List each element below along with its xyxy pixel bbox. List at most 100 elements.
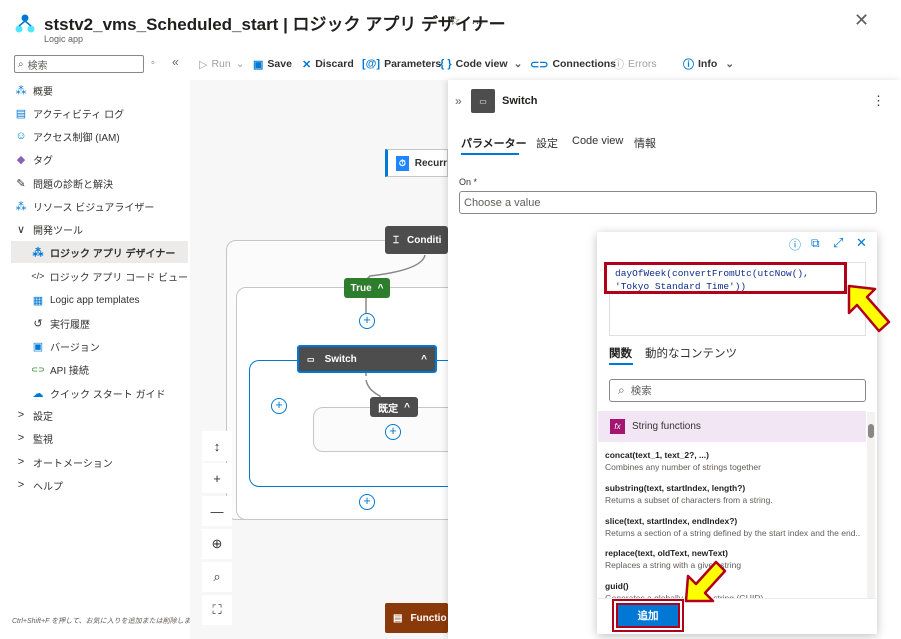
panel-more-icon[interactable]: ⋮ <box>872 93 885 109</box>
chevron-right-icon: > <box>17 432 25 444</box>
on-field-label: On * <box>459 177 478 187</box>
switch-node[interactable]: ▭ Switch ^ <box>297 345 437 373</box>
sidebar-item-overview[interactable]: ⁂ 概要 <box>0 79 188 101</box>
function-concat[interactable]: concat(text_1, text_2?, ...) <box>605 450 709 460</box>
keyboard-hint: Ctrl+Shift+F を押して、お気に入りを追加または削除します <box>12 618 198 625</box>
errors-button[interactable]: ⓘ Errors <box>613 57 657 71</box>
sidebar-group-help[interactable]: > ヘルプ <box>0 474 188 496</box>
condition-node[interactable]: ⌶ Conditi <box>385 226 448 254</box>
designer-icon: ⁂ <box>32 246 44 259</box>
minimap-icon[interactable]: ⛶ <box>202 595 232 625</box>
fit-vertical-icon[interactable]: ↕ <box>202 431 232 461</box>
sidebar-group-monitoring[interactable]: > 監視 <box>0 427 188 449</box>
add-step-plus-icon[interactable]: + <box>385 424 401 440</box>
sidebar-item-label: バージョン <box>50 342 100 354</box>
copy-icon[interactable]: ⧉ <box>811 236 820 251</box>
discard-button[interactable]: ✕ Discard <box>302 57 354 71</box>
add-case-plus-icon[interactable]: + <box>271 398 287 414</box>
panel-title: Switch <box>502 95 538 107</box>
expand-panel-icon[interactable]: » <box>455 94 462 108</box>
function-guid[interactable]: guid() <box>605 581 629 591</box>
page-subtitle: Logic app <box>44 34 84 44</box>
more-options-icon[interactable]: … <box>471 12 484 27</box>
default-case-node[interactable]: 既定 ^ <box>370 397 418 417</box>
function-node[interactable]: ▤ Functio <box>385 603 448 633</box>
add-step-plus-icon[interactable]: + <box>359 313 375 329</box>
sidebar-item-run-history[interactable]: ↺ 実行履歴 <box>0 312 188 334</box>
tab-parameters[interactable]: パラメーター <box>461 135 527 151</box>
save-icon: ▣ <box>253 58 264 71</box>
sidebar-group-dev-tools[interactable]: ∨ 開発ツール <box>0 218 188 240</box>
search-icon: ⌕ <box>618 383 625 397</box>
tab-info[interactable]: 情報 <box>634 135 656 151</box>
function-search-input[interactable]: ⌕ 検索 <box>609 379 866 402</box>
favorite-star-icon[interactable]: ☆ <box>449 13 461 29</box>
sidebar-group-settings[interactable]: > 設定 <box>0 404 188 426</box>
chevron-right-icon: > <box>17 456 25 468</box>
search-canvas-icon[interactable]: ⌕ <box>202 562 232 592</box>
activity-log-icon: ▤ <box>15 107 27 120</box>
chevron-down-icon: ⌄ <box>235 58 245 70</box>
sidebar-item-resource-visualizer[interactable]: ⁂ リソース ビジュアライザー <box>0 195 188 217</box>
info-button[interactable]: ⓘ Info ⌄ <box>683 57 734 71</box>
active-tab-underline <box>609 363 633 365</box>
sidebar-item-label: API 接続 <box>50 365 89 377</box>
zoom-in-icon[interactable]: + <box>202 463 232 493</box>
sidebar-item-label: 概要 <box>33 86 53 98</box>
scrollbar-thumb[interactable] <box>868 424 874 438</box>
function-description: Returns a subset of characters from a st… <box>605 495 773 505</box>
pointer-arrow-icon <box>847 284 891 333</box>
sidebar-item-activity-log[interactable]: ▤ アクティビティ ログ <box>0 102 188 124</box>
sidebar-item-quickstart[interactable]: ☁ クイック スタート ガイド <box>0 382 188 404</box>
sidebar-item-label: 開発ツール <box>33 225 83 237</box>
code-view-button[interactable]: { } Code view ⌄ <box>440 57 522 71</box>
tab-dynamic-content[interactable]: 動的なコンテンツ <box>645 345 737 361</box>
sidebar-item-label: アクティビティ ログ <box>33 109 125 121</box>
tab-settings[interactable]: 設定 <box>536 135 558 151</box>
close-popup-icon[interactable]: ✕ <box>856 235 867 251</box>
sidebar-item-diagnose[interactable]: ✎ 問題の診断と解決 <box>0 172 188 194</box>
sidebar-item-iam[interactable]: ☺ アクセス制御 (IAM) <box>0 125 188 147</box>
sidebar-item-code-view[interactable]: </> ロジック アプリ コード ビュー <box>0 265 188 287</box>
sidebar-item-api-connections[interactable]: ⊂⊃ API 接続 <box>0 358 188 380</box>
info-icon[interactable]: ⓘ <box>789 236 801 253</box>
sidebar-item-templates[interactable]: ▦ Logic app templates <box>0 289 188 311</box>
sidebar-item-label: ロジック アプリ コード ビュー <box>49 272 188 284</box>
condition-icon: ⌶ <box>393 234 399 246</box>
true-branch-badge[interactable]: True ^ <box>344 278 390 298</box>
function-description: Combines any number of strings together <box>605 462 761 472</box>
visualizer-icon: ⁂ <box>15 200 27 213</box>
tab-code-view[interactable]: Code view <box>572 135 623 147</box>
close-icon[interactable]: ✕ <box>854 10 869 31</box>
code-icon: </> <box>31 271 45 281</box>
discard-icon: ✕ <box>302 58 312 71</box>
function-slice[interactable]: slice(text, startIndex, endIndex?) <box>605 516 737 526</box>
switch-action-icon: ▭ <box>471 89 495 113</box>
expression-text[interactable]: dayOfWeek(convertFromUtc(utcNow(), 'Toky… <box>604 262 847 294</box>
zoom-out-icon[interactable]: — <box>202 496 232 526</box>
connections-button[interactable]: ⊂⊃ Connections <box>530 57 616 71</box>
recurrence-node[interactable]: ⏱ Recurr <box>385 149 448 177</box>
save-button[interactable]: ▣ Save <box>253 57 292 71</box>
sidebar-item-tags[interactable]: ◆ タグ <box>0 148 188 170</box>
fit-view-icon[interactable]: ⊕ <box>202 529 232 559</box>
parameters-button[interactable]: [@] Parameters <box>362 57 441 71</box>
sidebar-search-input[interactable]: ⌕ 検索 <box>14 55 144 73</box>
string-functions-category[interactable]: fx String functions <box>598 411 866 442</box>
collapse-sidebar-icon[interactable]: « <box>172 55 179 69</box>
add-button[interactable]: 追加 <box>616 603 680 628</box>
add-step-plus-icon[interactable]: + <box>359 494 375 510</box>
versions-icon: ▣ <box>32 340 44 353</box>
on-value-input[interactable]: Choose a value <box>459 191 877 214</box>
function-substring[interactable]: substring(text, startIndex, length?) <box>605 483 745 493</box>
sidebar-item-logic-app-designer[interactable]: ⁂ ロジック アプリ デザイナー <box>11 241 188 263</box>
expand-icon[interactable]: ◦ <box>151 57 155 69</box>
run-button[interactable]: ▷ Run ⌄ <box>199 57 245 71</box>
tab-functions[interactable]: 関数 <box>609 345 632 361</box>
function-list-scrollbar[interactable] <box>867 412 875 598</box>
sidebar-item-versions[interactable]: ▣ バージョン <box>0 335 188 357</box>
iam-icon: ☺ <box>15 130 27 142</box>
expand-icon[interactable]: ⤢ <box>833 235 843 251</box>
sidebar-group-automation[interactable]: > オートメーション <box>0 451 188 473</box>
chevron-right-icon: > <box>17 409 25 421</box>
